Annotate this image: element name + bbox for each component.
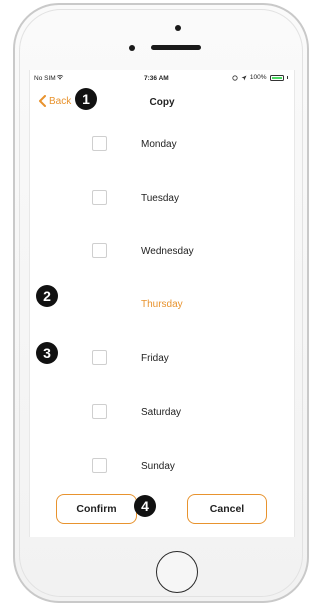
location-arrow-icon — [241, 75, 247, 80]
current-day-label: Thursday — [141, 299, 183, 310]
day-label: Sunday — [141, 461, 175, 472]
callout-marker-2: 2 — [36, 285, 58, 307]
callout-marker-1: 1 — [75, 88, 97, 110]
status-right-group: 100% — [232, 74, 288, 81]
home-button[interactable] — [156, 551, 198, 593]
day-label: Monday — [141, 139, 177, 150]
confirm-button[interactable]: Confirm — [56, 494, 137, 524]
day-row-tuesday[interactable]: Tuesday — [30, 183, 294, 213]
day-label: Friday — [141, 353, 169, 364]
cancel-button[interactable]: Cancel — [187, 494, 267, 524]
app-screen: No SIM 7:36 AM 100% Back Copy Monday Tue… — [29, 70, 295, 537]
navigation-bar: Back Copy — [30, 88, 294, 116]
day-label: Saturday — [141, 407, 182, 418]
day-checkbox[interactable] — [92, 136, 107, 151]
alarm-icon — [232, 74, 238, 81]
day-checkbox[interactable] — [92, 190, 107, 205]
status-time: 7:36 AM — [144, 75, 169, 82]
callout-marker-3: 3 — [36, 342, 58, 364]
day-label: Tuesday — [141, 193, 179, 204]
page-title: Copy — [149, 97, 175, 108]
day-row-sunday[interactable]: Sunday — [30, 451, 294, 481]
day-checkbox[interactable] — [92, 350, 107, 365]
day-checkbox[interactable] — [92, 243, 107, 258]
battery-percent: 100% — [249, 74, 267, 81]
carrier-label: No SIM — [34, 75, 56, 82]
callout-marker-4: 4 — [134, 495, 156, 517]
day-row-thursday: Thursday — [30, 289, 294, 319]
day-row-saturday[interactable]: Saturday — [30, 397, 294, 427]
battery-tip — [286, 76, 288, 79]
front-camera — [175, 25, 181, 31]
battery-icon — [269, 74, 284, 81]
day-row-monday[interactable]: Monday — [30, 129, 294, 159]
earpiece-speaker — [151, 45, 201, 50]
wifi-icon — [56, 74, 64, 80]
day-checkbox[interactable] — [92, 404, 107, 419]
day-row-friday[interactable]: Friday — [30, 343, 294, 373]
status-bar: No SIM 7:36 AM 100% — [30, 70, 294, 84]
day-label: Wednesday — [141, 246, 194, 257]
day-row-wednesday[interactable]: Wednesday — [30, 236, 294, 266]
day-checkbox[interactable] — [92, 458, 107, 473]
proximity-sensor — [129, 45, 135, 51]
